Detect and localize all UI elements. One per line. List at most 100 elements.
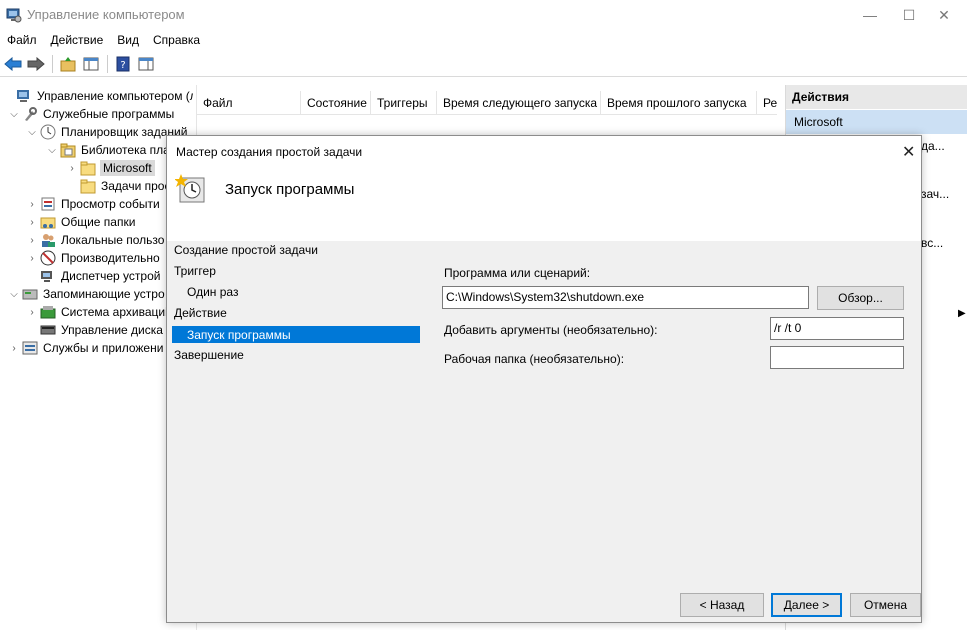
step-action: Действие: [174, 306, 227, 320]
wizard-title: Мастер создания простой задачи: [176, 145, 363, 159]
computer-management-icon: [17, 90, 29, 102]
step-start-program: Запуск программы: [172, 326, 420, 343]
console-tree-icon: [83, 57, 99, 70]
tree-item-shared-folders[interactable]: › Общие папки: [26, 213, 136, 231]
back-button[interactable]: [2, 53, 24, 75]
actions-section-microsoft[interactable]: Microsoft: [786, 110, 967, 134]
column-header-file[interactable]: Файл: [197, 91, 301, 114]
folder-icon: [80, 161, 96, 176]
tree-item-task-scheduler[interactable]: ⌵ Планировщик заданий: [26, 123, 188, 141]
forward-arrow-icon: [27, 56, 45, 71]
chevron-right-icon: ›: [70, 162, 74, 174]
device-manager-icon: [41, 271, 52, 282]
tree-item-system-tools[interactable]: ⌵ Служебные программы: [8, 105, 175, 123]
submenu-arrow-icon[interactable]: ▶: [958, 308, 966, 319]
chevron-down-icon: ⌵: [28, 126, 36, 138]
arguments-label: Добавить аргументы (необязательно):: [444, 323, 658, 337]
wizard-header: Мастер создания простой задачи ✕ Запуск …: [167, 136, 921, 241]
folder-icon: [80, 179, 96, 194]
users-icon: [42, 234, 55, 247]
services-icon: [22, 341, 38, 355]
chevron-down-icon: ⌵: [10, 108, 18, 120]
expanded-icon: [2, 90, 14, 102]
action-item[interactable]: да...: [921, 139, 945, 153]
column-header-next-run[interactable]: Время следующего запуска: [437, 91, 601, 114]
close-button[interactable]: ✕: [921, 0, 967, 30]
step-one-time: Один раз: [187, 285, 239, 299]
tools-icon: [25, 107, 37, 121]
shared-folder-icon: [40, 217, 56, 229]
action-item[interactable]: вс...: [921, 236, 943, 250]
tree-item-root[interactable]: Управление компьютером (л: [2, 87, 193, 105]
tree-item-performance[interactable]: › Производительно: [26, 249, 161, 267]
arguments-input[interactable]: /r /t 0: [770, 317, 904, 340]
program-label: Программа или сценарий:: [444, 266, 591, 280]
show-hide-tree-button[interactable]: [80, 53, 102, 75]
up-level-button[interactable]: [57, 53, 79, 75]
chevron-right-icon: ›: [30, 252, 34, 264]
column-header-result[interactable]: Рез: [757, 91, 777, 114]
create-basic-task-wizard: Мастер создания простой задачи ✕ Запуск …: [166, 135, 922, 623]
tree-item-tasks[interactable]: Задачи прос: [66, 177, 171, 195]
back-arrow-icon: [4, 56, 22, 71]
help-icon: ?: [116, 56, 130, 71]
library-folder-icon: [60, 143, 76, 158]
tree-item-services[interactable]: › Службы и приложени: [8, 339, 164, 357]
cancel-button[interactable]: Отмена: [850, 593, 921, 617]
title-bar: Управление компьютером — ☐ ✕: [0, 0, 967, 30]
menu-view[interactable]: Вид: [110, 30, 146, 50]
task-wizard-icon: [175, 174, 205, 203]
event-viewer-icon: [41, 197, 55, 211]
workdir-input[interactable]: [770, 346, 904, 369]
tree-item-local-users[interactable]: › Локальные пользо: [26, 231, 165, 249]
show-hide-actions-button[interactable]: [135, 53, 157, 75]
disk-icon: [40, 325, 56, 335]
storage-icon: [22, 289, 38, 300]
step-trigger: Триггер: [174, 264, 216, 278]
chevron-right-icon: ›: [30, 198, 34, 210]
wizard-steps: Создание простой задачи Триггер Один раз…: [167, 241, 423, 621]
toolbar-separator: [52, 54, 53, 73]
console-tree: Управление компьютером (л ⌵ Служебные пр…: [0, 85, 193, 630]
window-title: Управление компьютером: [27, 7, 185, 22]
chevron-right-icon: ›: [30, 234, 34, 246]
browse-button[interactable]: Обзор...: [817, 286, 904, 310]
program-input[interactable]: C:\Windows\System32\shutdown.exe: [442, 286, 809, 309]
clock-icon: [40, 124, 56, 140]
wizard-close-button[interactable]: ✕: [902, 142, 915, 162]
action-item[interactable]: зач...: [921, 187, 949, 201]
toolbar: ?: [0, 51, 967, 77]
backup-icon: [40, 306, 56, 319]
action-pane-icon: [138, 57, 154, 70]
tree-item-backup[interactable]: › Система архивациі: [26, 303, 169, 321]
chevron-right-icon: ›: [12, 342, 16, 354]
toolbar-separator: [107, 54, 108, 73]
menu-file[interactable]: Файл: [0, 30, 44, 50]
column-header-status[interactable]: Состояние: [301, 91, 371, 114]
help-button[interactable]: ?: [112, 53, 134, 75]
menu-help[interactable]: Справка: [146, 30, 207, 50]
column-header-last-run[interactable]: Время прошлого запуска: [601, 91, 757, 114]
forward-button[interactable]: [25, 53, 47, 75]
tree-item-microsoft[interactable]: › Microsoft: [66, 159, 155, 177]
wizard-heading: Запуск программы: [225, 181, 355, 198]
tree-item-event-viewer[interactable]: › Просмотр событи: [26, 195, 161, 213]
menu-bar: Файл Действие Вид Справка: [0, 30, 967, 50]
tree-item-device-manager[interactable]: Диспетчер устрой: [26, 267, 161, 285]
back-button[interactable]: < Назад: [680, 593, 764, 617]
tree-item-storage[interactable]: ⌵ Запоминающие устро: [8, 285, 166, 303]
tree-item-scheduler-library[interactable]: ⌵ Библиотека пла: [46, 141, 171, 159]
chevron-right-icon: ›: [30, 216, 34, 228]
computer-management-icon: [6, 8, 22, 23]
menu-action[interactable]: Действие: [44, 30, 111, 50]
actions-header: Действия: [786, 85, 967, 109]
workdir-label: Рабочая папка (необязательно):: [444, 352, 625, 366]
chevron-down-icon: ⌵: [48, 144, 56, 156]
step-finish: Завершение: [174, 348, 244, 362]
svg-text:?: ?: [120, 60, 125, 71]
tree-item-disk-management[interactable]: Управление диска: [26, 321, 164, 339]
column-header-triggers[interactable]: Триггеры: [371, 91, 437, 114]
folder-up-icon: [60, 56, 76, 71]
chevron-right-icon: ›: [30, 306, 34, 318]
next-button[interactable]: Далее >: [771, 593, 842, 617]
